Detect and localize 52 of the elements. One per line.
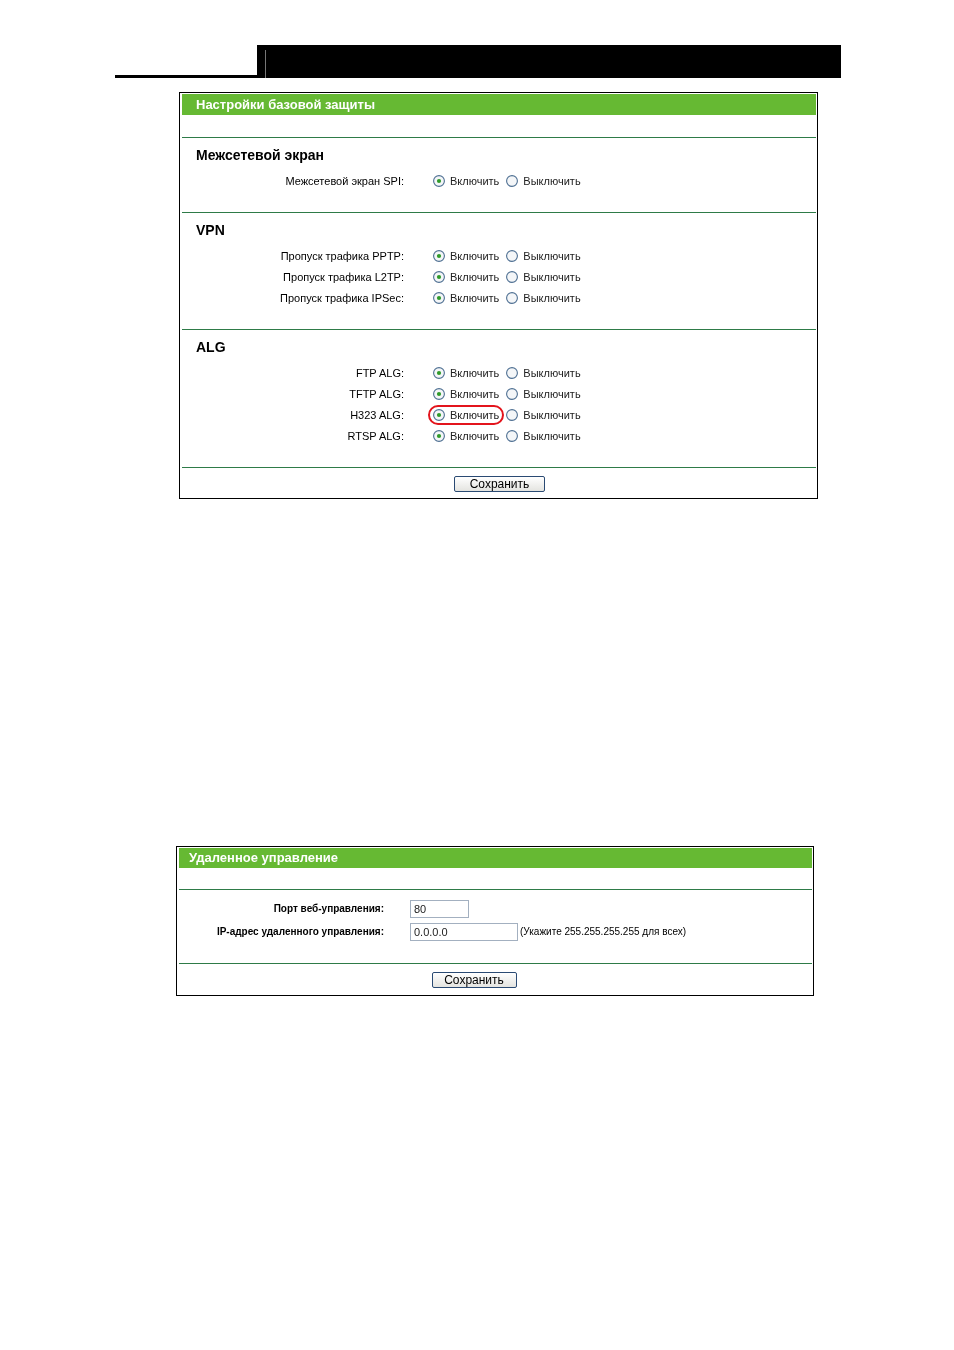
save-button[interactable]: Сохранить	[454, 476, 545, 492]
option-label[interactable]: Включить	[450, 429, 500, 442]
radio-button[interactable]	[506, 249, 519, 262]
field-label: Пропуск трафика L2TP:	[282, 270, 404, 283]
radio-button[interactable]	[506, 270, 519, 283]
option-label[interactable]: Включить	[450, 387, 500, 400]
radio-button[interactable]	[506, 408, 519, 421]
section-heading: ALG	[195, 338, 226, 356]
option-label[interactable]: Включить	[450, 270, 500, 283]
radio-button[interactable]	[433, 366, 445, 379]
option-label[interactable]: Выключить	[523, 249, 581, 262]
option-label[interactable]: Выключить	[523, 408, 581, 421]
option-label[interactable]: Включить	[450, 249, 500, 262]
save-button[interactable]: Сохранить	[431, 972, 517, 988]
radio-button[interactable]	[433, 387, 445, 400]
radio-button[interactable]	[433, 429, 445, 442]
radio-button[interactable]	[506, 387, 519, 400]
field-label: TFTP ALG:	[348, 387, 404, 400]
radio-button[interactable]	[433, 270, 445, 283]
option-label[interactable]: Выключить	[523, 429, 581, 442]
section-heading: Межсетевой экран	[195, 146, 325, 164]
field-label: Межсетевой экран SPI:	[284, 174, 404, 187]
section-heading: VPN	[195, 221, 225, 239]
field-label: Пропуск трафика IPSec:	[279, 291, 404, 304]
option-label[interactable]: Выключить	[523, 270, 581, 283]
radio-button[interactable]	[506, 429, 519, 442]
radio-button[interactable]	[506, 291, 519, 304]
radio-button[interactable]	[506, 366, 519, 379]
option-label[interactable]: Выключить	[523, 387, 581, 400]
field-label: RTSP ALG:	[346, 429, 404, 442]
option-label[interactable]: Выключить	[523, 291, 581, 304]
field-label: Порт веб-управления:	[272, 903, 384, 914]
input-field[interactable]: 0.0.0.0	[410, 922, 518, 941]
option-label[interactable]: Включить	[450, 291, 500, 304]
option-label[interactable]: Выключить	[523, 366, 581, 379]
radio-button[interactable]	[433, 408, 445, 421]
option-label[interactable]: Выключить	[523, 174, 581, 187]
option-label[interactable]: Включить	[450, 174, 500, 187]
field-label: H323 ALG:	[349, 408, 404, 421]
radio-button[interactable]	[506, 174, 519, 187]
panel-title: Настройки базовой защиты	[182, 94, 816, 115]
radio-button[interactable]	[433, 174, 445, 187]
option-label[interactable]: Включить	[450, 408, 500, 421]
field-hint: (Укажите 255.255.255.255 для всех)	[520, 926, 687, 937]
field-label: IP-адрес удаленного управления:	[215, 926, 384, 937]
radio-button[interactable]	[433, 249, 445, 262]
panel-title: Удаленное управление	[179, 848, 812, 868]
field-label: Пропуск трафика PPTP:	[279, 249, 404, 262]
option-label[interactable]: Включить	[450, 366, 500, 379]
radio-button[interactable]	[433, 291, 445, 304]
input-field[interactable]: 80	[410, 899, 469, 918]
field-label: FTP ALG:	[354, 366, 404, 379]
